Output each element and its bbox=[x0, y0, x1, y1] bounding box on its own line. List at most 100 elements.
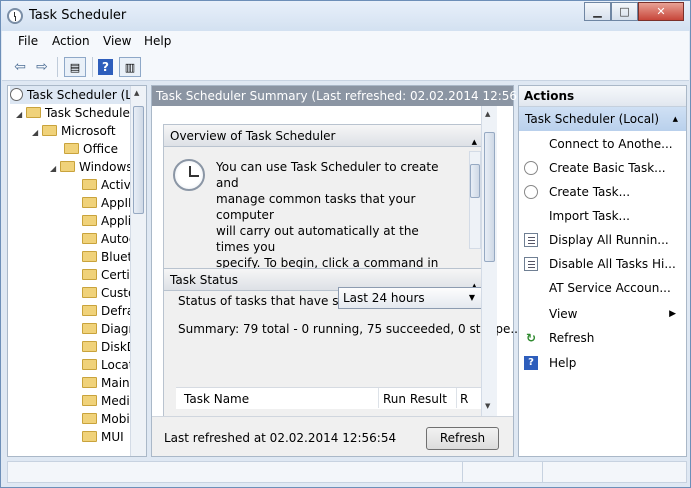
clock-icon bbox=[173, 159, 205, 191]
folder-icon bbox=[82, 215, 97, 226]
tree-item-windows[interactable]: ◢ Windows bbox=[50, 158, 133, 176]
folder-icon bbox=[82, 431, 97, 442]
refresh-button[interactable]: Refresh bbox=[426, 427, 499, 450]
column-run-result[interactable]: Run Result bbox=[383, 388, 447, 410]
scroll-down-icon[interactable]: ▼ bbox=[485, 402, 490, 410]
folder-icon bbox=[82, 251, 97, 262]
folder-icon bbox=[82, 377, 97, 388]
folder-icon bbox=[82, 413, 97, 424]
menu-bar: File Action View Help bbox=[2, 31, 689, 52]
action-label: Display All Runnin... bbox=[549, 233, 669, 247]
menu-view[interactable]: View bbox=[103, 34, 131, 48]
tree-item-library[interactable]: ◢Task Scheduler Library bbox=[16, 104, 146, 124]
summary-header: Task Scheduler Summary (Last refreshed: … bbox=[152, 86, 541, 106]
scrollbar-thumb[interactable] bbox=[470, 164, 480, 198]
folder-icon bbox=[82, 287, 97, 298]
folder-icon bbox=[82, 233, 97, 244]
summary-scrollbar[interactable]: ▲ ▼ bbox=[481, 106, 497, 416]
overview-scrollbar[interactable] bbox=[469, 151, 481, 249]
chevron-down-icon[interactable]: ◢ bbox=[32, 124, 42, 142]
menu-file[interactable]: File bbox=[18, 34, 38, 48]
folder-icon bbox=[82, 359, 97, 370]
chevron-up-icon[interactable]: ▲ bbox=[472, 131, 477, 153]
scrollbar-thumb[interactable] bbox=[133, 106, 144, 214]
action-help[interactable]: ? Help bbox=[519, 351, 686, 375]
task-status-title: Task Status bbox=[170, 273, 238, 287]
column-task-name[interactable]: Task Name bbox=[184, 388, 249, 410]
minimize-button[interactable]: ▁ bbox=[584, 2, 611, 21]
tree-item-root[interactable]: Task Scheduler (Local) bbox=[10, 86, 146, 104]
menu-action[interactable]: Action bbox=[52, 34, 90, 48]
tree-item-folder[interactable]: MUI bbox=[82, 428, 124, 446]
action-disable-history[interactable]: Disable All Tasks Hi... bbox=[519, 252, 686, 276]
action-label: Import Task... bbox=[549, 209, 630, 223]
task-scheduler-window: Task Scheduler ▁ □ ✕ File Action View He… bbox=[0, 0, 691, 488]
list-icon bbox=[524, 233, 538, 247]
actions-group-header[interactable]: Task Scheduler (Local) ▲ bbox=[519, 107, 686, 131]
folder-icon bbox=[26, 107, 41, 118]
help-icon: ? bbox=[524, 356, 538, 370]
title-bar: Task Scheduler ▁ □ ✕ bbox=[1, 1, 690, 31]
status-bar-panel bbox=[462, 462, 542, 482]
close-button[interactable]: ✕ bbox=[638, 2, 684, 21]
folder-icon bbox=[82, 341, 97, 352]
action-at-service-account[interactable]: AT Service Accoun... bbox=[519, 276, 686, 300]
status-bar bbox=[7, 461, 687, 483]
column-run-start[interactable]: R bbox=[460, 388, 468, 410]
action-label: AT Service Accoun... bbox=[549, 281, 671, 295]
overview-section: Overview of Task Scheduler ▲ You can use … bbox=[163, 124, 484, 334]
tree-item-folder[interactable]: AppID bbox=[82, 194, 137, 212]
action-display-running[interactable]: Display All Runnin... bbox=[519, 228, 686, 252]
window-title: Task Scheduler bbox=[29, 8, 127, 23]
tree-item-office[interactable]: Office bbox=[64, 140, 118, 158]
action-view[interactable]: View ▶ bbox=[519, 302, 686, 326]
forward-arrow-icon[interactable]: ⇨ bbox=[33, 57, 51, 77]
folder-icon bbox=[82, 323, 97, 334]
chevron-down-icon[interactable]: ◢ bbox=[16, 106, 26, 124]
status-period-value: Last 24 hours bbox=[343, 291, 425, 305]
status-summary: Summary: 79 total - 0 running, 75 succee… bbox=[178, 322, 522, 336]
action-label: Refresh bbox=[549, 331, 595, 345]
chevron-up-icon[interactable]: ▲ bbox=[673, 107, 678, 131]
action-label: Help bbox=[549, 356, 577, 370]
action-label: View bbox=[549, 307, 578, 321]
folder-icon bbox=[82, 305, 97, 316]
tree-item-label: Windows bbox=[79, 160, 133, 174]
action-label: Create Basic Task... bbox=[549, 161, 666, 175]
summary-pane: Task Scheduler Summary (Last refreshed: … bbox=[151, 85, 541, 457]
action-import-task[interactable]: Import Task... bbox=[519, 204, 686, 228]
back-arrow-icon[interactable]: ⇦ bbox=[11, 57, 29, 77]
summary-body: Overview of Task Scheduler ▲ You can use … bbox=[152, 106, 522, 416]
action-create-basic-task[interactable]: Create Basic Task... bbox=[519, 156, 686, 180]
chevron-right-icon: ▶ bbox=[669, 309, 676, 319]
tree-item-label: Office bbox=[83, 142, 119, 156]
actions-header: Actions bbox=[519, 86, 686, 107]
clock-icon bbox=[10, 88, 23, 101]
tree-scrollbar[interactable]: ▲ bbox=[130, 86, 146, 456]
chevron-down-icon[interactable]: ◢ bbox=[50, 160, 60, 178]
folder-icon bbox=[82, 197, 97, 208]
help-icon[interactable]: ? bbox=[98, 59, 113, 75]
show-hide-action-pane-icon[interactable]: ▥ bbox=[119, 57, 141, 77]
maximize-button[interactable]: □ bbox=[611, 2, 638, 21]
scrollbar-thumb[interactable] bbox=[484, 132, 495, 262]
scroll-up-icon[interactable]: ▲ bbox=[134, 89, 139, 97]
last-refreshed-text: Last refreshed at 02.02.2014 12:56:54 bbox=[164, 431, 397, 445]
tree-item-microsoft[interactable]: ◢ Microsoft bbox=[32, 122, 116, 140]
menu-help[interactable]: Help bbox=[144, 34, 171, 48]
show-hide-console-tree-icon[interactable]: ▤ bbox=[64, 57, 86, 77]
clock-icon bbox=[7, 8, 23, 24]
action-connect[interactable]: Connect to Anothe... bbox=[519, 132, 686, 156]
overview-section-header[interactable]: Overview of Task Scheduler ▲ bbox=[164, 125, 483, 147]
toolbar-divider bbox=[92, 57, 93, 77]
folder-icon bbox=[82, 179, 97, 190]
status-period-select[interactable]: Last 24 hours ▼ bbox=[338, 287, 482, 309]
action-label: Create Task... bbox=[549, 185, 631, 199]
overview-title: Overview of Task Scheduler bbox=[170, 129, 336, 143]
action-create-task[interactable]: Create Task... bbox=[519, 180, 686, 204]
scroll-up-icon[interactable]: ▲ bbox=[485, 110, 490, 118]
tree-item-label: Task Scheduler (Local) bbox=[27, 88, 146, 102]
folder-icon bbox=[60, 161, 75, 172]
folder-icon bbox=[42, 125, 57, 136]
action-refresh[interactable]: ↻ Refresh bbox=[519, 326, 686, 350]
